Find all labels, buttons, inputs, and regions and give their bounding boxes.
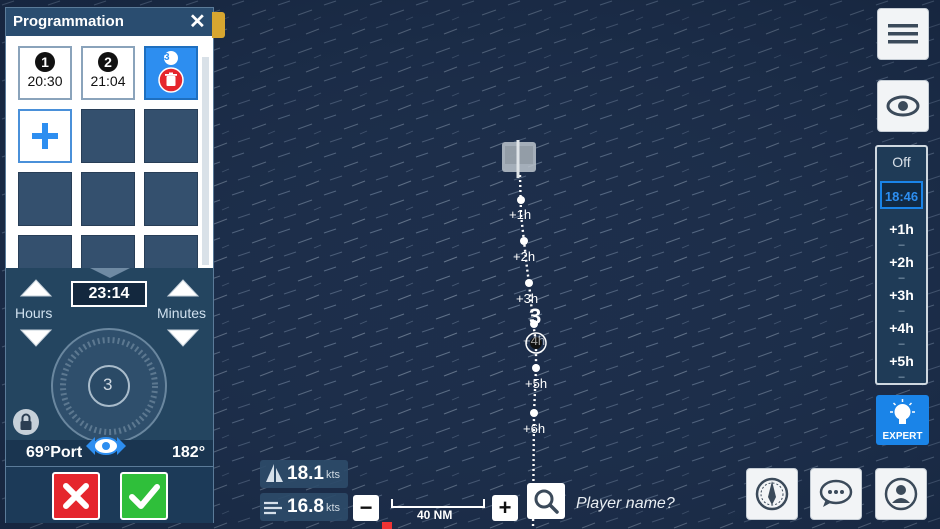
add-program-button[interactable] bbox=[18, 109, 72, 163]
trash-icon[interactable] bbox=[158, 67, 184, 93]
route-label-2h: +2h bbox=[513, 249, 536, 264]
slot-time: 21:04 bbox=[90, 73, 126, 89]
program-slots-grid: 1 20:30 2 21:04 3 bbox=[6, 36, 213, 268]
wind-speed-value: 16.8 bbox=[287, 496, 324, 517]
compass-icon bbox=[755, 477, 789, 511]
heading-bar: 69°Port 182° bbox=[6, 437, 213, 466]
wind-speed-box: 16.8 kts bbox=[260, 493, 348, 521]
zoom-out-button[interactable]: − bbox=[353, 495, 379, 521]
program-slot-2[interactable]: 2 21:04 bbox=[81, 46, 135, 100]
view-button[interactable] bbox=[877, 80, 929, 132]
zoom-in-button[interactable]: + bbox=[492, 495, 518, 521]
pointer-notch bbox=[90, 268, 130, 278]
red-flag-icon bbox=[382, 522, 392, 529]
hours-down-arrow[interactable] bbox=[19, 328, 53, 348]
hours-label: Hours bbox=[15, 305, 53, 321]
x-icon bbox=[63, 483, 89, 509]
slot-number: 2 bbox=[98, 52, 118, 72]
route-waypoint-dot[interactable] bbox=[517, 196, 525, 204]
divider: – bbox=[898, 305, 905, 317]
timeline-4h[interactable]: +4h bbox=[877, 320, 926, 336]
time-slider[interactable]: Off 18:46 +1h – +2h – +3h – +4h – +5h – bbox=[875, 145, 928, 385]
lock-icon[interactable] bbox=[12, 408, 40, 436]
slot-time: 20:30 bbox=[27, 73, 63, 89]
wind-icon bbox=[264, 501, 282, 515]
programmation-panel: Programmation ✕ 1 20:30 2 21:04 3 Hours … bbox=[5, 7, 214, 523]
panel-header: Programmation ✕ bbox=[6, 8, 213, 36]
search-button[interactable] bbox=[527, 483, 565, 519]
profile-button[interactable] bbox=[875, 468, 927, 520]
timeline-1h[interactable]: +1h bbox=[877, 221, 926, 237]
program-slot-3[interactable]: 3 bbox=[144, 46, 198, 100]
chat-button[interactable] bbox=[810, 468, 862, 520]
cancel-button[interactable] bbox=[52, 472, 100, 520]
timeline-current[interactable]: 18:46 bbox=[880, 181, 923, 209]
dial-number: 3 bbox=[103, 375, 113, 394]
timeline-2h[interactable]: +2h bbox=[877, 254, 926, 270]
expert-label: EXPERT bbox=[882, 431, 923, 442]
chat-icon bbox=[819, 479, 853, 507]
route-waypoint-dot[interactable] bbox=[530, 409, 538, 417]
lightbulb-icon bbox=[890, 399, 915, 424]
minutes-label: Minutes bbox=[157, 305, 207, 321]
hamburger-icon bbox=[888, 24, 918, 44]
timeline-off[interactable]: Off bbox=[877, 154, 926, 170]
divider: – bbox=[898, 338, 905, 350]
check-icon bbox=[129, 484, 160, 509]
heading-value: 69°Port bbox=[26, 444, 83, 461]
empty-slot bbox=[81, 172, 135, 226]
slots-scrollbar[interactable] bbox=[202, 39, 209, 265]
boat-speed-value: 18.1 bbox=[287, 463, 324, 484]
eye-icon[interactable] bbox=[83, 433, 129, 459]
time-display: 23:14 bbox=[71, 281, 147, 307]
empty-slot bbox=[18, 172, 72, 226]
hours-up-arrow[interactable] bbox=[19, 278, 53, 298]
route-label-4h: +4h bbox=[523, 333, 546, 348]
scale-label: 40 NM bbox=[417, 508, 453, 522]
divider: – bbox=[898, 239, 905, 251]
eye-icon bbox=[886, 95, 920, 117]
profile-icon bbox=[884, 477, 918, 511]
boat-speed-unit: kts bbox=[326, 469, 341, 481]
empty-slot bbox=[81, 109, 135, 163]
route-waypoint-dot[interactable] bbox=[532, 364, 540, 372]
divider: – bbox=[898, 272, 905, 284]
boat-speed-box: 18.1 kts bbox=[260, 460, 348, 488]
empty-slot bbox=[144, 109, 198, 163]
waypoint-number[interactable]: 3 bbox=[529, 304, 541, 330]
yellow-tab[interactable] bbox=[212, 12, 225, 38]
magnifier-icon bbox=[534, 489, 559, 514]
scroll-thumb[interactable] bbox=[202, 39, 209, 57]
timeline-3h[interactable]: +3h bbox=[877, 287, 926, 303]
sail-icon bbox=[266, 464, 283, 482]
close-icon[interactable]: ✕ bbox=[189, 9, 206, 34]
slot-number: 1 bbox=[35, 52, 55, 72]
minutes-down-arrow[interactable] bbox=[166, 328, 200, 348]
timeline-5h[interactable]: +5h bbox=[877, 353, 926, 369]
wind-angle-value: 182° bbox=[172, 444, 206, 461]
empty-slot bbox=[144, 172, 198, 226]
plus-icon bbox=[32, 123, 58, 149]
wind-speed-unit: kts bbox=[326, 502, 341, 514]
route-label-1h: +1h bbox=[509, 207, 532, 222]
compass-button[interactable] bbox=[746, 468, 798, 520]
minutes-up-arrow[interactable] bbox=[166, 278, 200, 298]
program-slot-1[interactable]: 1 20:30 bbox=[18, 46, 72, 100]
confirm-button[interactable] bbox=[120, 472, 168, 520]
empty-slot bbox=[18, 235, 72, 268]
route-label-5h: +5h bbox=[525, 376, 548, 391]
route-waypoint-dot[interactable] bbox=[520, 237, 528, 245]
panel-title: Programmation bbox=[13, 13, 124, 30]
expert-button[interactable]: EXPERT bbox=[876, 395, 929, 445]
slot-number: 3 bbox=[164, 51, 178, 65]
route-waypoint-dot[interactable] bbox=[525, 279, 533, 287]
divider: – bbox=[898, 371, 905, 383]
player-name-input[interactable] bbox=[574, 489, 728, 519]
route-label-6h: +6h bbox=[523, 421, 546, 436]
panel-actions bbox=[6, 466, 213, 523]
empty-slot bbox=[144, 235, 198, 268]
empty-slot bbox=[81, 235, 135, 268]
menu-button[interactable] bbox=[877, 8, 929, 60]
